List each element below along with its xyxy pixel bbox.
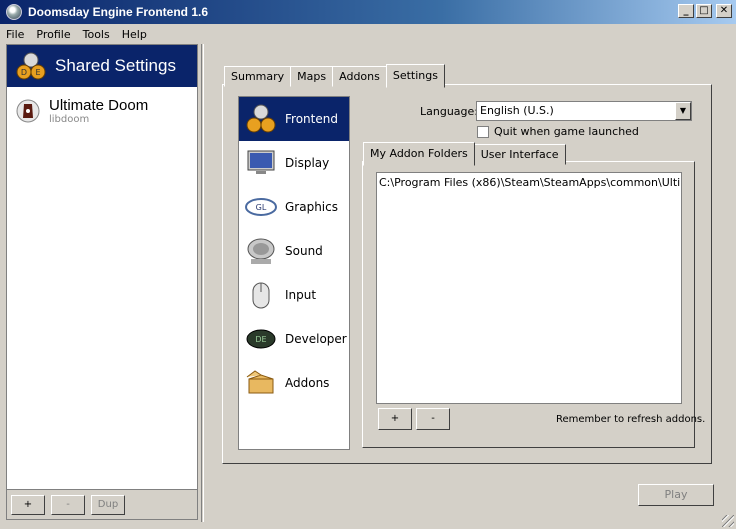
profile-game-id: libdoom: [49, 114, 90, 125]
profile-name: Ultimate Doom: [49, 97, 149, 114]
window-title: Doomsday Engine Frontend 1.6: [28, 5, 209, 19]
shared-settings-icon: D E: [16, 52, 46, 80]
category-graphics[interactable]: GL Graphics: [239, 185, 349, 229]
refresh-note: Remember to refresh addons.: [556, 414, 706, 425]
language-select[interactable]: English (U.S.) ▼: [476, 101, 692, 121]
box-icon: [245, 367, 277, 399]
quit-option[interactable]: Quit when game launched: [477, 125, 639, 138]
doomsday-app-icon: [6, 4, 22, 20]
category-display[interactable]: Display: [239, 141, 349, 185]
svg-text:DE: DE: [255, 335, 266, 344]
close-button[interactable]: ✕: [716, 4, 732, 18]
remove-profile-button[interactable]: -: [51, 494, 85, 515]
menu-tools[interactable]: Tools: [83, 28, 110, 41]
category-label: Display: [285, 156, 330, 170]
remove-folder-button[interactable]: -: [416, 408, 450, 430]
folder-buttons: + -: [378, 408, 450, 430]
duplicate-profile-button[interactable]: Dup: [91, 494, 125, 515]
opengl-icon: GL: [245, 191, 277, 223]
svg-text:E: E: [35, 68, 40, 77]
tab-maps[interactable]: Maps: [290, 66, 334, 87]
quit-checkbox[interactable]: [477, 125, 489, 138]
category-input[interactable]: Input: [239, 273, 349, 317]
category-developer[interactable]: DE Developer: [239, 317, 349, 361]
dropdown-arrow-icon[interactable]: ▼: [675, 102, 691, 120]
frontend-subtabs: My Addon Folders User Interface: [363, 142, 566, 166]
tab-my-addon-folders[interactable]: My Addon Folders: [363, 142, 475, 166]
menu-profile[interactable]: Profile: [36, 28, 70, 41]
tab-user-interface[interactable]: User Interface: [473, 144, 566, 165]
category-addons[interactable]: Addons: [239, 361, 349, 405]
main-tabs: Summary Maps Addons Settings: [224, 64, 445, 88]
addon-folder-list[interactable]: C:\Program Files (x86)\Steam\SteamApps\c…: [376, 172, 682, 404]
language-label: Language:: [420, 105, 478, 118]
tab-addons[interactable]: Addons: [332, 66, 387, 87]
play-button[interactable]: Play: [638, 484, 714, 506]
category-sound[interactable]: Sound: [239, 229, 349, 273]
menu-file[interactable]: File: [6, 28, 24, 41]
tab-summary[interactable]: Summary: [224, 66, 292, 87]
window-controls: _ □ ✕: [678, 4, 732, 18]
category-label: Sound: [285, 244, 323, 258]
add-profile-button[interactable]: +: [11, 494, 45, 515]
category-label: Addons: [285, 376, 330, 390]
category-frontend[interactable]: Frontend: [239, 97, 349, 141]
profile-item-shared-settings[interactable]: D E Shared Settings: [7, 45, 197, 87]
svg-text:D: D: [21, 68, 27, 77]
language-value: English (U.S.): [480, 104, 554, 117]
settings-category-list: Frontend Display GL Graphics Sound Input…: [238, 96, 350, 450]
profile-label: Shared Settings: [55, 56, 176, 75]
menu-bar: File Profile Tools Help: [0, 25, 736, 43]
splitter-handle[interactable]: [201, 44, 204, 522]
category-label: Graphics: [285, 200, 338, 214]
speaker-icon: [245, 235, 277, 267]
profile-buttons: + - Dup: [7, 489, 197, 519]
category-label: Frontend: [285, 112, 338, 126]
list-item[interactable]: C:\Program Files (x86)\Steam\SteamApps\c…: [379, 176, 681, 189]
quit-label: Quit when game launched: [494, 125, 639, 138]
resize-grip[interactable]: [722, 515, 734, 527]
profile-list: D E Shared Settings Ultimate Doom libdoo…: [6, 44, 198, 520]
mouse-icon: [245, 279, 277, 311]
frontend-icon: [245, 103, 277, 135]
category-label: Input: [285, 288, 317, 302]
profile-item-ultimate-doom[interactable]: Ultimate Doom libdoom: [7, 93, 197, 129]
tab-settings[interactable]: Settings: [385, 64, 445, 88]
menu-help[interactable]: Help: [122, 28, 147, 41]
developer-icon: DE: [245, 323, 277, 355]
maximize-button[interactable]: □: [696, 4, 712, 18]
svg-text:GL: GL: [256, 203, 267, 212]
add-folder-button[interactable]: +: [378, 408, 412, 430]
doom-disc-icon: [16, 99, 40, 123]
monitor-icon: [245, 147, 277, 179]
title-bar[interactable]: Doomsday Engine Frontend 1.6 _ □ ✕: [0, 0, 736, 24]
category-label: Developer: [285, 332, 347, 346]
minimize-button[interactable]: _: [678, 4, 694, 18]
